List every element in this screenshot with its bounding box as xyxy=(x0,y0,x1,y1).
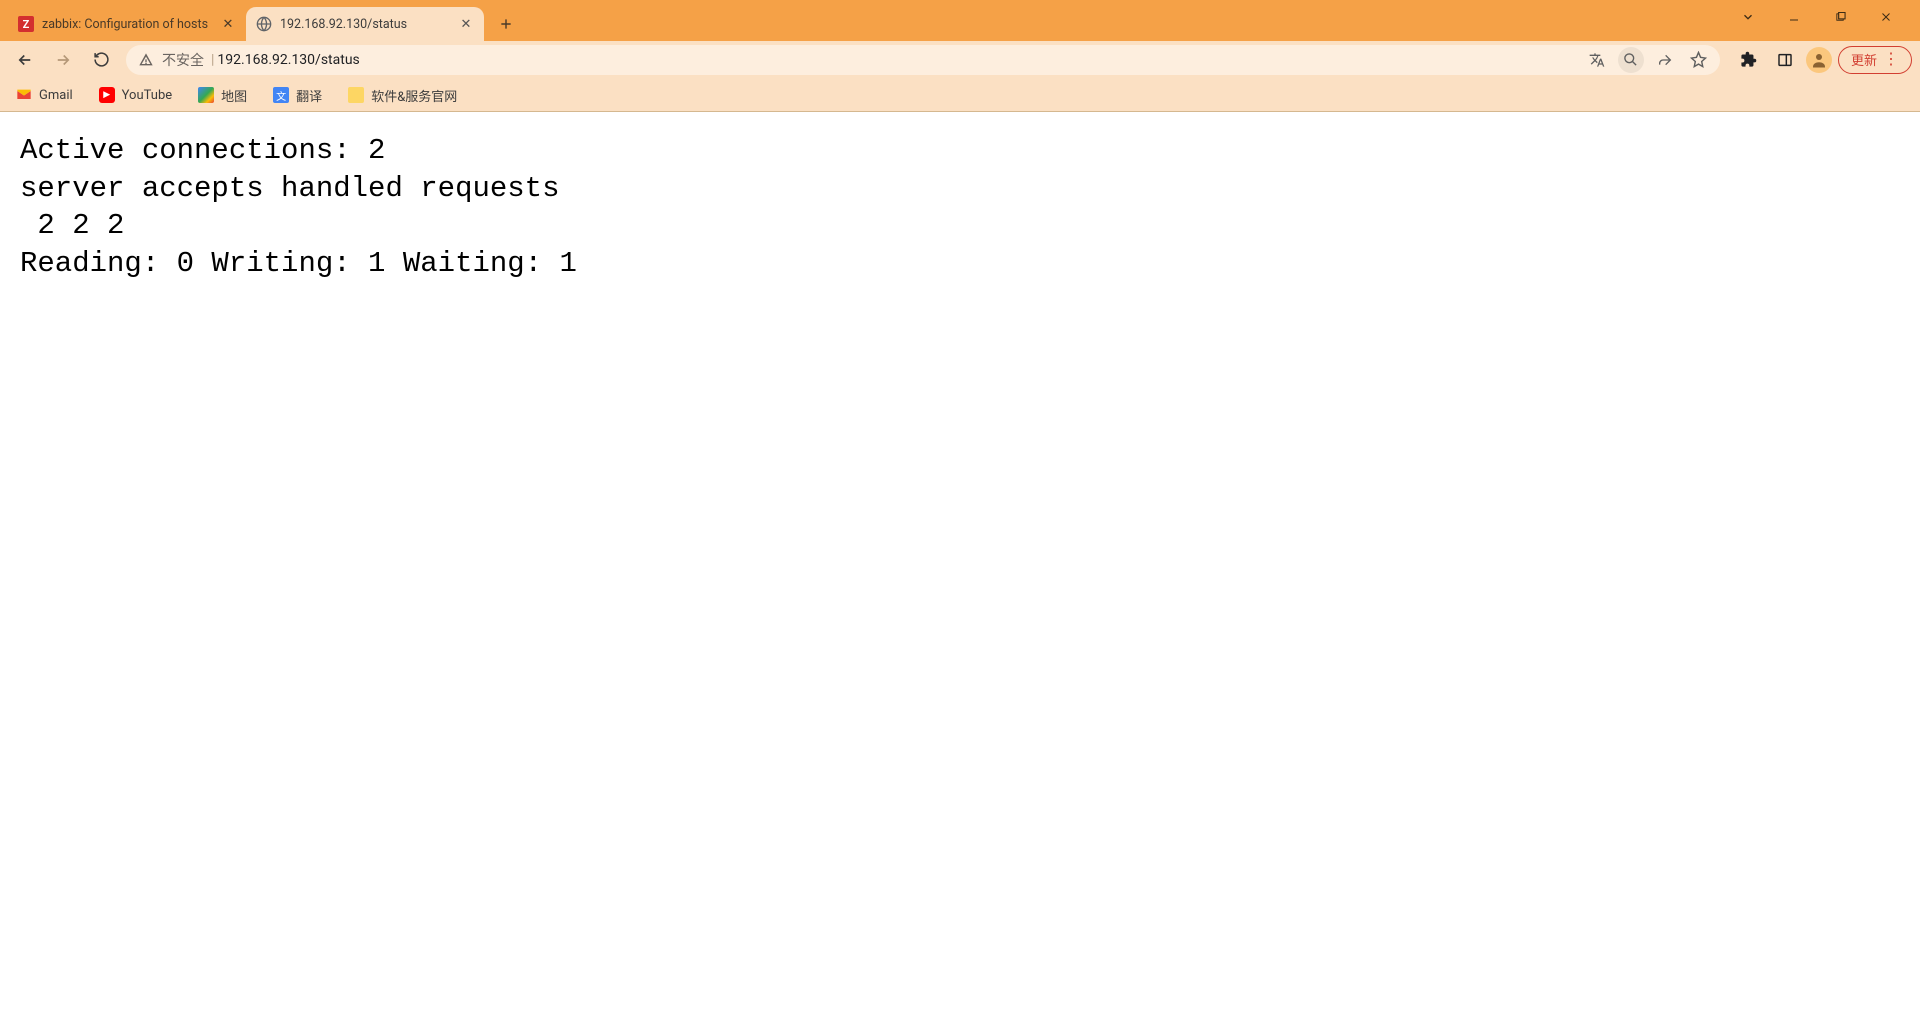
update-button[interactable]: 更新 ⋮ xyxy=(1838,46,1912,74)
bookmarks-bar: Gmail ▶ YouTube 地图 文 翻译 软件&服务官网 xyxy=(0,79,1920,112)
new-tab-button[interactable] xyxy=(492,10,520,38)
tab-zabbix[interactable]: Z zabbix: Configuration of hosts ✕ xyxy=(8,7,246,41)
profile-avatar[interactable] xyxy=(1806,47,1832,73)
translate-icon: 文 xyxy=(273,87,289,103)
bookmark-maps[interactable]: 地图 xyxy=(194,82,251,109)
gmail-icon xyxy=(16,87,32,103)
status-line-active: Active connections: 2 xyxy=(20,134,403,167)
not-secure-icon xyxy=(138,52,156,68)
bookmark-translate[interactable]: 文 翻译 xyxy=(269,82,326,109)
folder-icon xyxy=(348,87,364,103)
maximize-button[interactable] xyxy=(1820,2,1860,32)
security-label: 不安全 xyxy=(162,50,204,70)
share-icon[interactable] xyxy=(1652,47,1678,73)
bookmark-software-folder[interactable]: 软件&服务官网 xyxy=(344,82,461,109)
bookmark-label: 软件&服务官网 xyxy=(371,86,457,105)
translate-icon[interactable] xyxy=(1584,47,1610,73)
browser-titlebar: Z zabbix: Configuration of hosts ✕ 192.1… xyxy=(0,0,1920,41)
status-line-rw: Reading: 0 Writing: 1 Waiting: 1 xyxy=(20,247,594,280)
window-controls xyxy=(1728,0,1920,34)
page-viewport: Active connections: 2 server accepts han… xyxy=(0,112,1920,1021)
toolbar-right: 更新 ⋮ xyxy=(1734,45,1912,75)
close-icon[interactable]: ✕ xyxy=(220,16,236,32)
kebab-menu-icon: ⋮ xyxy=(1883,52,1899,68)
search-tabs-button[interactable] xyxy=(1728,2,1768,32)
tab-title: 192.168.92.130/status xyxy=(280,17,458,32)
close-icon[interactable]: ✕ xyxy=(458,16,474,32)
separator: | xyxy=(211,52,214,68)
tab-status-page[interactable]: 192.168.92.130/status ✕ xyxy=(246,7,484,41)
url-text: 192.168.92.130/status xyxy=(217,52,359,68)
zabbix-favicon-icon: Z xyxy=(18,16,34,32)
bookmark-youtube[interactable]: ▶ YouTube xyxy=(95,83,177,107)
browser-toolbar: 不安全 | 192.168.92.130/status xyxy=(0,41,1920,79)
zoom-icon[interactable] xyxy=(1618,47,1644,73)
extensions-icon[interactable] xyxy=(1734,45,1764,75)
bookmark-label: YouTube xyxy=(122,88,173,103)
youtube-icon: ▶ xyxy=(99,87,115,103)
maps-icon xyxy=(198,87,214,103)
bookmark-label: 地图 xyxy=(221,86,247,105)
forward-button[interactable] xyxy=(46,45,80,75)
status-line-counts: 2 2 2 xyxy=(20,209,142,242)
tab-strip: Z zabbix: Configuration of hosts ✕ 192.1… xyxy=(0,0,520,41)
bookmark-label: 翻译 xyxy=(296,86,322,105)
bookmark-star-icon[interactable] xyxy=(1686,47,1712,73)
update-label: 更新 xyxy=(1851,50,1877,69)
bookmark-label: Gmail xyxy=(39,88,73,103)
minimize-button[interactable] xyxy=(1774,2,1814,32)
sidepanel-icon[interactable] xyxy=(1770,45,1800,75)
close-window-button[interactable] xyxy=(1866,2,1906,32)
omnibox-actions xyxy=(1584,47,1712,73)
back-button[interactable] xyxy=(8,45,42,75)
reload-button[interactable] xyxy=(84,45,118,75)
address-bar[interactable]: 不安全 | 192.168.92.130/status xyxy=(126,45,1720,75)
globe-favicon-icon xyxy=(256,16,272,32)
bookmark-gmail[interactable]: Gmail xyxy=(12,83,77,107)
tab-title: zabbix: Configuration of hosts xyxy=(42,17,220,32)
nginx-status-output: Active connections: 2 server accepts han… xyxy=(20,132,1900,283)
status-line-header: server accepts handled requests xyxy=(20,172,560,205)
